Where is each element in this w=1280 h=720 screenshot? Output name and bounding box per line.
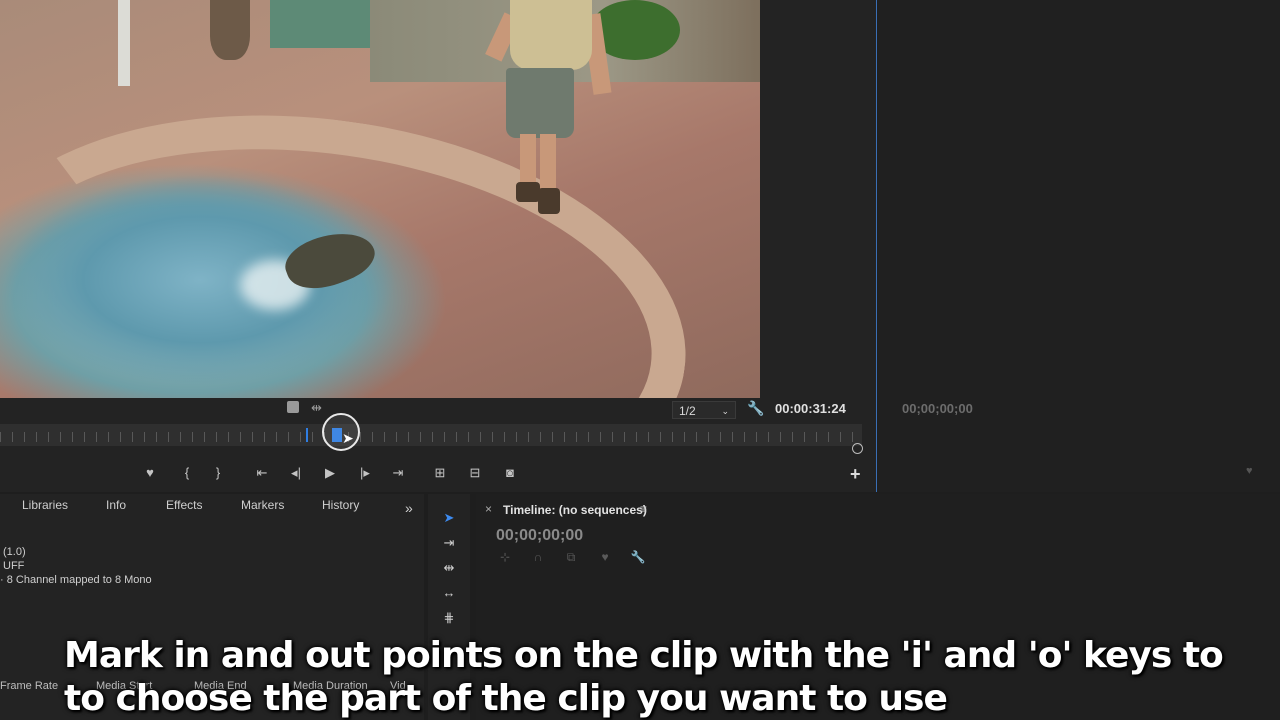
video-tarp (270, 0, 370, 48)
zoom-value: 1/2 (679, 404, 696, 418)
nest-icon[interactable]: ⊹ (496, 550, 514, 566)
mark-out-icon[interactable]: } (208, 464, 228, 482)
chevron-down-icon: ⌄ (721, 406, 729, 416)
video-preview (0, 0, 760, 398)
slip-tool-icon[interactable]: ⋕ (438, 608, 460, 628)
video-keeper-boot (538, 188, 560, 214)
drag-video-only-icon[interactable] (287, 401, 299, 413)
selection-tool-icon[interactable]: ➤ (438, 508, 460, 528)
step-back-icon[interactable]: ◂| (286, 464, 306, 482)
mark-in-icon[interactable]: { (177, 464, 197, 482)
play-icon[interactable]: ▶ (320, 464, 340, 482)
click-indicator (322, 413, 360, 451)
go-to-out-icon[interactable]: ⇥ (388, 464, 408, 482)
info-line: · 8 Channel mapped to 8 Mono (0, 574, 152, 586)
wrench-icon[interactable]: 🔧 (747, 400, 764, 417)
add-marker-icon[interactable]: ♥ (596, 550, 614, 566)
column-header-frame-rate[interactable]: Frame Rate (0, 680, 58, 692)
panel-menu-icon[interactable]: ≡ (640, 502, 647, 516)
timeline-title[interactable]: Timeline: (no sequences) (503, 503, 647, 517)
program-monitor-panel (878, 0, 1280, 492)
caption-line: Mark in and out points on the clip with … (64, 635, 1224, 676)
insert-icon[interactable]: ⊞ (430, 464, 450, 482)
video-keeper-boot (516, 182, 540, 202)
program-marker-icon[interactable]: ♥ (1246, 465, 1253, 477)
tab-markers[interactable]: Markers (241, 498, 284, 512)
video-post (118, 0, 130, 86)
time-ruler-ticks (0, 432, 862, 442)
camera-icon[interactable]: ◙ (500, 464, 520, 482)
zoom-select[interactable]: 1/2 ⌄ (672, 401, 736, 419)
close-icon[interactable]: × (485, 502, 492, 516)
ripple-edit-tool-icon[interactable]: ⇹ (438, 558, 460, 578)
info-line: UFF (3, 560, 25, 572)
in-point-marker[interactable] (306, 428, 308, 442)
video-keeper-shorts (506, 68, 574, 138)
linked-selection-icon[interactable]: ⧉ (562, 550, 580, 566)
drag-audio-only-icon[interactable]: ⇹ (311, 400, 322, 416)
rate-stretch-tool-icon[interactable]: ↔ (438, 583, 460, 603)
overwrite-icon[interactable]: ⊟ (465, 464, 485, 482)
info-line: (1.0) (3, 546, 26, 558)
tab-history[interactable]: History (322, 498, 359, 512)
step-forward-icon[interactable]: |▸ (355, 464, 375, 482)
source-timecode[interactable]: 00:00:31:24 (775, 401, 846, 416)
video-tree (210, 0, 250, 60)
mouse-cursor-icon: ➤ (342, 430, 354, 446)
program-timecode[interactable]: 00;00;00;00 (902, 401, 973, 416)
plus-icon[interactable]: + (850, 464, 861, 485)
snap-icon[interactable]: ∩ (529, 550, 547, 566)
timeline-timecode[interactable]: 00;00;00;00 (496, 527, 583, 545)
zoom-handle[interactable] (852, 443, 863, 454)
track-select-tool-icon[interactable]: ⇥ (438, 533, 460, 553)
tab-info[interactable]: Info (106, 498, 126, 512)
video-keeper-leg (540, 134, 556, 194)
overflow-menu-icon[interactable]: » (405, 500, 413, 516)
marker-icon[interactable]: ♥ (140, 464, 160, 482)
tab-effects[interactable]: Effects (166, 498, 202, 512)
timeline-settings-icon[interactable]: 🔧 (629, 550, 647, 566)
tab-libraries[interactable]: Libraries (22, 498, 68, 512)
video-keeper-shirt (510, 0, 592, 70)
tutorial-caption: Mark in and out points on the clip with … (64, 634, 1264, 720)
go-to-in-icon[interactable]: ⇤ (252, 464, 272, 482)
caption-line: to choose the part of the clip you want … (64, 678, 948, 719)
